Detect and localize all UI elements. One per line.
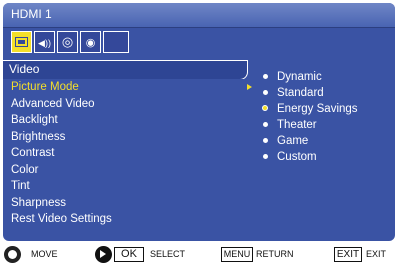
lock-icon: ◉	[85, 37, 96, 49]
menu-item-label: Contrast	[11, 147, 55, 159]
osd-panel: HDMI 1 ◀)) ◎ ◉ Video Picture Mode Advance…	[3, 3, 395, 241]
section-title: Video	[9, 62, 40, 76]
option-label: Game	[277, 135, 309, 147]
option-label: Energy Savings	[277, 103, 358, 115]
menu-item-label: Backlight	[11, 114, 58, 126]
option-energy-savings[interactable]: Energy Savings	[261, 101, 391, 117]
option-game[interactable]: Game	[261, 133, 391, 149]
option-dynamic[interactable]: Dynamic	[261, 69, 391, 85]
video-menu: Picture Mode Advanced Video Backlight Brigh…	[3, 79, 252, 239]
menu-item-picture-mode[interactable]: Picture Mode	[3, 79, 252, 95]
submenu-arrow-icon	[247, 84, 252, 90]
menu-item-label: Brightness	[11, 130, 66, 143]
input-source-title: HDMI 1	[11, 7, 52, 21]
bullet-icon	[263, 154, 268, 159]
menu-item-label: Tint	[11, 180, 30, 192]
option-custom[interactable]: Custom	[261, 149, 391, 165]
menu-item-label: Advanced Video	[11, 97, 95, 110]
menu-item-label: Color	[11, 163, 39, 176]
help-bar: MOVE OK SELECT MENU RETURN EXIT EXIT	[0, 244, 399, 265]
menu-item-advanced-video[interactable]: Advanced Video	[3, 96, 249, 112]
menu-item-label: Picture Mode	[11, 81, 79, 93]
audio-tab[interactable]: ◀))	[34, 31, 55, 53]
speaker-icon: ◀))	[38, 38, 51, 48]
exit-hint: EXIT	[366, 249, 387, 259]
option-theater[interactable]: Theater	[261, 117, 391, 133]
option-label: Theater	[277, 119, 317, 131]
menu-key: MENU	[221, 247, 253, 262]
menu-item-tint[interactable]: Tint	[3, 178, 249, 194]
enter-icon	[95, 246, 112, 263]
menu-item-sharpness[interactable]: Sharpness	[3, 195, 249, 211]
menu-item-brightness[interactable]: Brightness	[3, 129, 249, 145]
video-tab-icon	[15, 37, 28, 47]
setup-tab[interactable]: ◎	[57, 31, 78, 53]
parental-tab[interactable]: ◉	[80, 31, 101, 53]
option-standard[interactable]: Standard	[261, 85, 391, 101]
menu-item-label: Sharpness	[11, 196, 66, 209]
select-hint: SELECT	[150, 249, 186, 259]
option-label: Dynamic	[277, 71, 322, 83]
menu-item-contrast[interactable]: Contrast	[3, 145, 249, 161]
bullet-icon	[263, 138, 268, 143]
dpad-icon	[4, 246, 21, 263]
video-tab[interactable]	[11, 31, 32, 53]
exit-key: EXIT	[334, 247, 362, 262]
tv-screen: HDMI 1 ◀)) ◎ ◉ Video Picture Mode Advance…	[0, 0, 399, 265]
return-hint: RETURN	[256, 249, 294, 259]
bullet-icon	[263, 74, 268, 79]
title-bar: HDMI 1	[3, 3, 395, 28]
bullet-icon	[263, 122, 268, 127]
option-label: Standard	[277, 87, 324, 99]
selected-bullet-icon	[262, 105, 268, 111]
menu-item-color[interactable]: Color	[3, 162, 249, 178]
option-label: Custom	[277, 151, 317, 163]
menu-item-backlight[interactable]: Backlight	[3, 112, 249, 128]
settings-icon: ◎	[61, 34, 74, 49]
ok-key: OK	[114, 247, 144, 262]
bullet-icon	[263, 90, 268, 95]
move-hint: MOVE	[31, 249, 58, 259]
picture-mode-options: Dynamic Standard Energy Savings Theater Game…	[261, 69, 391, 179]
menu-item-label: Rest Video Settings	[11, 213, 112, 225]
section-header: Video	[3, 60, 248, 80]
menu-item-rest-video-settings[interactable]: Rest Video Settings	[3, 211, 249, 227]
empty-tab[interactable]	[103, 31, 129, 53]
